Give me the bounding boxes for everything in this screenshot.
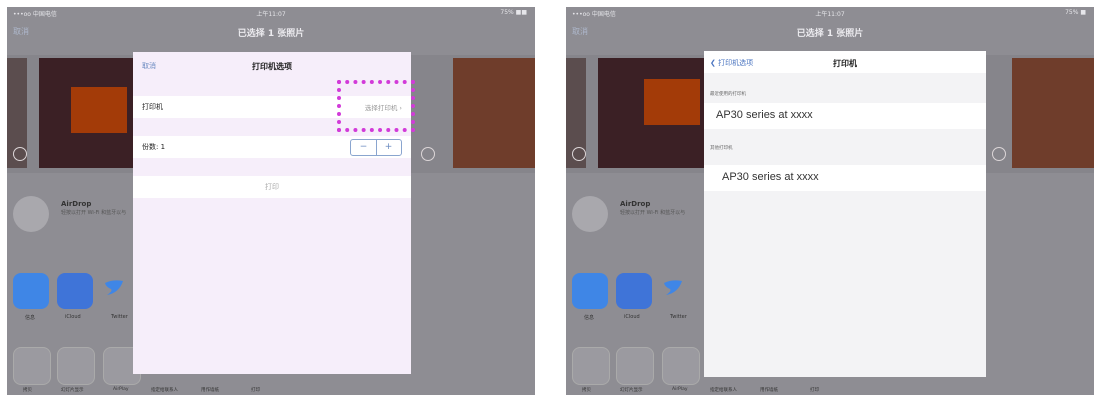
page-title: 已选择 1 张照片 <box>796 29 864 39</box>
redaction-block <box>71 87 127 133</box>
printer-name: AP30 series at xxxx <box>722 171 819 183</box>
time-label: 上午11:07 <box>815 11 845 18</box>
battery-label: 75% ■ <box>1065 9 1086 16</box>
action-label: 用作墙纸 <box>201 388 219 393</box>
time-label: 上午11:07 <box>256 11 286 18</box>
action-label: 幻灯片显示 <box>620 388 643 393</box>
twitter-icon[interactable] <box>103 273 125 309</box>
select-circle-icon[interactable] <box>572 147 586 161</box>
app-label: Twitter <box>111 314 128 320</box>
action-label: 指定给联系人 <box>710 388 737 393</box>
dialog-header: 取消 打印机选项 <box>133 52 411 80</box>
copy-icon[interactable] <box>13 347 51 385</box>
slideshow-icon[interactable] <box>57 347 95 385</box>
airdrop-subtitle: 轻按以打开 Wi-Fi 和蓝牙以与 <box>61 210 127 216</box>
action-label: 打印 <box>810 388 819 393</box>
dialog-title: 打印机选项 <box>252 62 292 71</box>
right-screenshot: •••oo 中国电信 上午11:07 75% ■ 取消 已选择 1 张照片 Ai… <box>566 7 1094 395</box>
page-title: 已选择 1 张照片 <box>237 29 305 39</box>
app-label: 信息 <box>584 315 595 321</box>
action-label: 幻灯片显示 <box>61 388 84 393</box>
action-label: 指定给联系人 <box>151 388 178 393</box>
twitter-icon[interactable] <box>662 273 684 309</box>
airdrop-title: AirDrop <box>61 200 92 208</box>
print-row[interactable]: 打印 <box>133 176 411 198</box>
top-bar: 取消 已选择 1 张照片 <box>566 19 1094 47</box>
icloud-icon[interactable] <box>616 273 652 309</box>
copies-label: 份数: 1 <box>142 143 166 151</box>
app-label: iCloud <box>624 314 640 320</box>
select-circle-icon[interactable] <box>13 147 27 161</box>
airdrop-icon <box>13 196 49 232</box>
select-circle-icon[interactable] <box>421 147 435 161</box>
dialog-header: ❮ 打印机选项 打印机 <box>704 51 986 73</box>
increment-button[interactable]: + <box>376 140 401 155</box>
decrement-button[interactable]: − <box>351 140 377 155</box>
printer-select-dialog: ❮ 打印机选项 打印机 最近使用的打印机 AP30 series at xxxx… <box>704 51 986 377</box>
action-label: 打印 <box>251 388 260 393</box>
dialog-title: 打印机 <box>833 59 857 68</box>
printer-list-item[interactable]: AP30 series at xxxx <box>704 165 986 191</box>
action-label: 用作墙纸 <box>760 388 778 393</box>
printer-name: AP30 series at xxxx <box>716 109 813 121</box>
printer-label: 打印机 <box>142 103 163 111</box>
left-screenshot: •••oo 中国电信 上午11:07 75% ■■ 取消 已选择 1 张照片 A… <box>7 7 535 395</box>
airplay-icon[interactable] <box>662 347 700 385</box>
photo-thumbnail[interactable] <box>1012 58 1094 168</box>
airdrop-title: AirDrop <box>620 200 651 208</box>
other-printers-header: 其他打印机 <box>710 146 733 151</box>
top-bar: 取消 已选择 1 张照片 <box>7 19 535 47</box>
action-label: AirPlay <box>113 387 129 392</box>
copy-icon[interactable] <box>572 347 610 385</box>
select-circle-icon[interactable] <box>992 147 1006 161</box>
airdrop-icon <box>572 196 608 232</box>
recent-printers-header: 最近使用的打印机 <box>710 92 746 97</box>
status-bar: •••oo 中国电信 上午11:07 75% ■■ <box>7 7 535 19</box>
action-label: 拷贝 <box>23 388 32 393</box>
action-label: 拷贝 <box>582 388 591 393</box>
app-label: iCloud <box>65 314 81 320</box>
app-label: 信息 <box>25 315 36 321</box>
airdrop-subtitle: 轻按以打开 Wi-Fi 和蓝牙以与 <box>620 210 686 216</box>
copies-stepper[interactable]: − + <box>350 139 402 156</box>
printer-list-item[interactable]: AP30 series at xxxx <box>704 103 986 129</box>
icloud-icon[interactable] <box>57 273 93 309</box>
mail-icon[interactable] <box>13 273 49 309</box>
print-button[interactable]: 打印 <box>133 182 411 192</box>
mail-icon[interactable] <box>572 273 608 309</box>
copies-row: 份数: 1 − + <box>133 136 411 158</box>
action-label: AirPlay <box>672 387 688 392</box>
app-label: Twitter <box>670 314 687 320</box>
highlight-box <box>337 80 415 132</box>
battery-label: 75% ■■ <box>500 9 527 16</box>
slideshow-icon[interactable] <box>616 347 654 385</box>
redaction-block <box>644 79 700 125</box>
status-bar: •••oo 中国电信 上午11:07 75% ■ <box>566 7 1094 19</box>
photo-thumbnail[interactable] <box>453 58 535 168</box>
